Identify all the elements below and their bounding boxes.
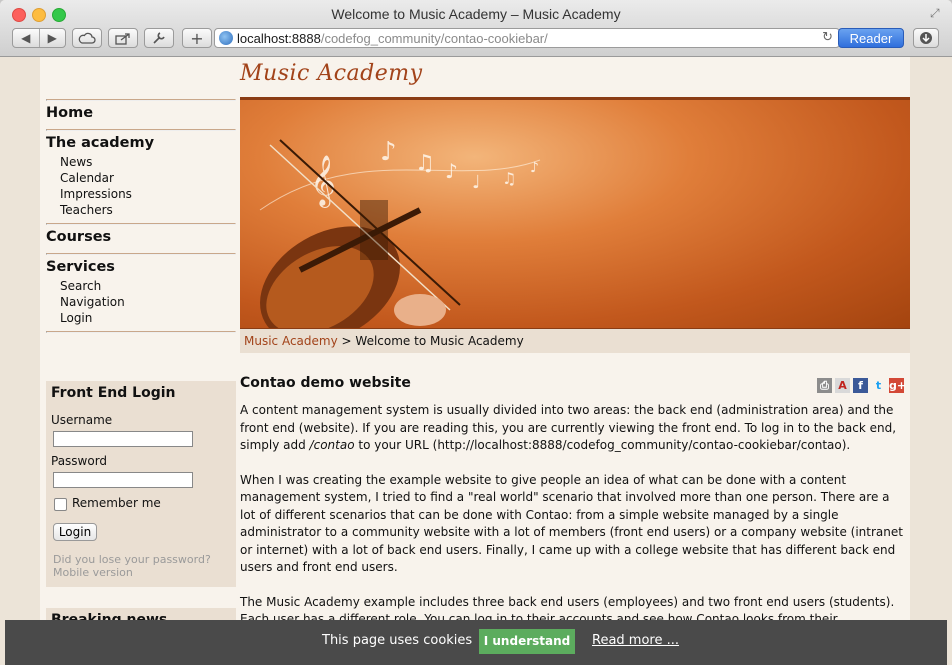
icloud-tabs-button[interactable] bbox=[72, 28, 102, 48]
fullscreen-icon[interactable]: ⤢ bbox=[930, 6, 944, 20]
login-box: Front End Login Username Password Rememb… bbox=[46, 381, 236, 587]
nav-item-teachers[interactable]: Teachers bbox=[46, 202, 236, 218]
remember-me-label[interactable]: Remember me bbox=[72, 496, 161, 510]
username-label: Username bbox=[51, 413, 113, 427]
username-input[interactable] bbox=[53, 431, 193, 447]
back-forward-buttons[interactable]: ◀ ▶ bbox=[12, 28, 66, 48]
nav-item-courses[interactable]: Courses bbox=[46, 225, 236, 248]
site-logo[interactable]: Music Academy bbox=[240, 61, 423, 86]
browser-toolbar: Welcome to Music Academy – Music Academy… bbox=[0, 0, 952, 57]
nav-item-impressions[interactable]: Impressions bbox=[46, 186, 236, 202]
article-heading: Contao demo website bbox=[240, 375, 411, 391]
developer-tools-button[interactable] bbox=[144, 28, 174, 48]
breadcrumb: Music Academy > Welcome to Music Academy bbox=[240, 329, 910, 353]
nav-item-home[interactable]: Home bbox=[46, 101, 236, 124]
paragraph-text: to your URL (http://localhost:8888/codef… bbox=[354, 438, 851, 452]
pdf-icon[interactable]: A bbox=[835, 378, 850, 393]
address-bar[interactable]: localhost:8888/codefog_community/contao-… bbox=[214, 28, 840, 48]
nav-item-services[interactable]: Services bbox=[46, 255, 236, 278]
password-label: Password bbox=[51, 454, 108, 468]
nav-group-courses: Courses bbox=[46, 225, 236, 253]
breadcrumb-link-home[interactable]: Music Academy bbox=[244, 334, 338, 348]
share-icon bbox=[115, 32, 130, 45]
login-button[interactable]: Login bbox=[53, 523, 97, 541]
svg-text:♩: ♩ bbox=[472, 172, 481, 193]
divider bbox=[46, 331, 236, 333]
print-icon[interactable]: ⎙ bbox=[817, 378, 832, 393]
main-navigation: Home The academy News Calendar Impressio… bbox=[46, 99, 236, 333]
google-plus-icon[interactable]: g+ bbox=[889, 378, 906, 393]
url-text[interactable]: localhost:8888/codefog_community/contao-… bbox=[237, 31, 548, 46]
cookie-read-more-link[interactable]: Read more ... bbox=[592, 633, 679, 648]
nav-group-services: Services Search Navigation Login bbox=[46, 255, 236, 331]
svg-text:♪: ♪ bbox=[380, 137, 397, 167]
nav-item-login[interactable]: Login bbox=[46, 310, 236, 326]
nav-group-academy: The academy News Calendar Impressions Te… bbox=[46, 131, 236, 223]
web-page: Music Academy Home The academy News Cale… bbox=[40, 57, 910, 665]
svg-text:♪: ♪ bbox=[445, 159, 458, 183]
violin-music-image: 𝄞 ♪ ♫ ♪ ♩ ♫ ♪ bbox=[259, 137, 541, 328]
nav-item-navigation[interactable]: Navigation bbox=[46, 294, 236, 310]
login-title: Front End Login bbox=[51, 385, 176, 401]
twitter-icon[interactable]: t bbox=[871, 378, 886, 393]
reader-button[interactable]: Reader bbox=[838, 28, 904, 48]
article-paragraph-2: When I was creating the example website … bbox=[240, 472, 903, 575]
cookie-accept-button[interactable]: I understand bbox=[479, 629, 575, 654]
breadcrumb-current: Welcome to Music Academy bbox=[355, 334, 524, 348]
plus-icon: + bbox=[190, 28, 204, 48]
download-icon bbox=[920, 32, 932, 44]
svg-text:♫: ♫ bbox=[502, 169, 516, 188]
cookie-message: This page uses cookies bbox=[322, 633, 473, 648]
emphasis-text: /contao bbox=[309, 438, 355, 452]
password-input[interactable] bbox=[53, 472, 193, 488]
mobile-version-link[interactable]: Mobile version bbox=[53, 566, 133, 579]
share-icons: ⎙ A f t g+ bbox=[817, 378, 906, 393]
article-paragraph-1: A content management system is usually d… bbox=[240, 402, 908, 455]
forward-arrow-icon[interactable]: ▶ bbox=[40, 31, 66, 45]
nav-item-search[interactable]: Search bbox=[46, 278, 236, 294]
cloud-icon bbox=[78, 32, 96, 44]
lost-password-link[interactable]: Did you lose your password? bbox=[53, 553, 211, 566]
downloads-button[interactable] bbox=[913, 28, 939, 48]
svg-text:𝄞: 𝄞 bbox=[310, 155, 336, 208]
svg-text:♫: ♫ bbox=[415, 151, 435, 176]
main-content: Contao demo website ⎙ A f t g+ A content… bbox=[240, 375, 908, 646]
globe-icon bbox=[219, 31, 233, 45]
breadcrumb-separator: > bbox=[341, 334, 352, 348]
share-button[interactable] bbox=[108, 28, 138, 48]
facebook-icon[interactable]: f bbox=[853, 378, 868, 393]
nav-item-news[interactable]: News bbox=[46, 154, 236, 170]
nav-item-academy[interactable]: The academy bbox=[46, 131, 236, 154]
browser-window: Welcome to Music Academy – Music Academy… bbox=[0, 0, 952, 665]
nav-item-calendar[interactable]: Calendar bbox=[46, 170, 236, 186]
url-path: /codefog_community/contao-cookiebar/ bbox=[320, 31, 548, 46]
wrench-icon bbox=[153, 32, 165, 44]
url-host: localhost:8888 bbox=[237, 31, 321, 46]
window-title: Welcome to Music Academy – Music Academy bbox=[331, 6, 621, 22]
header-image: 𝄞 ♪ ♫ ♪ ♩ ♫ ♪ bbox=[240, 97, 910, 331]
cookie-bar: This page uses cookies I understand Read… bbox=[5, 620, 947, 665]
nav-group-home: Home bbox=[46, 101, 236, 129]
new-tab-button[interactable]: + bbox=[182, 28, 212, 48]
remember-me-checkbox[interactable] bbox=[54, 498, 67, 511]
back-arrow-icon[interactable]: ◀ bbox=[13, 31, 39, 45]
reload-icon[interactable]: ↻ bbox=[822, 30, 833, 45]
svg-text:♪: ♪ bbox=[530, 160, 539, 176]
